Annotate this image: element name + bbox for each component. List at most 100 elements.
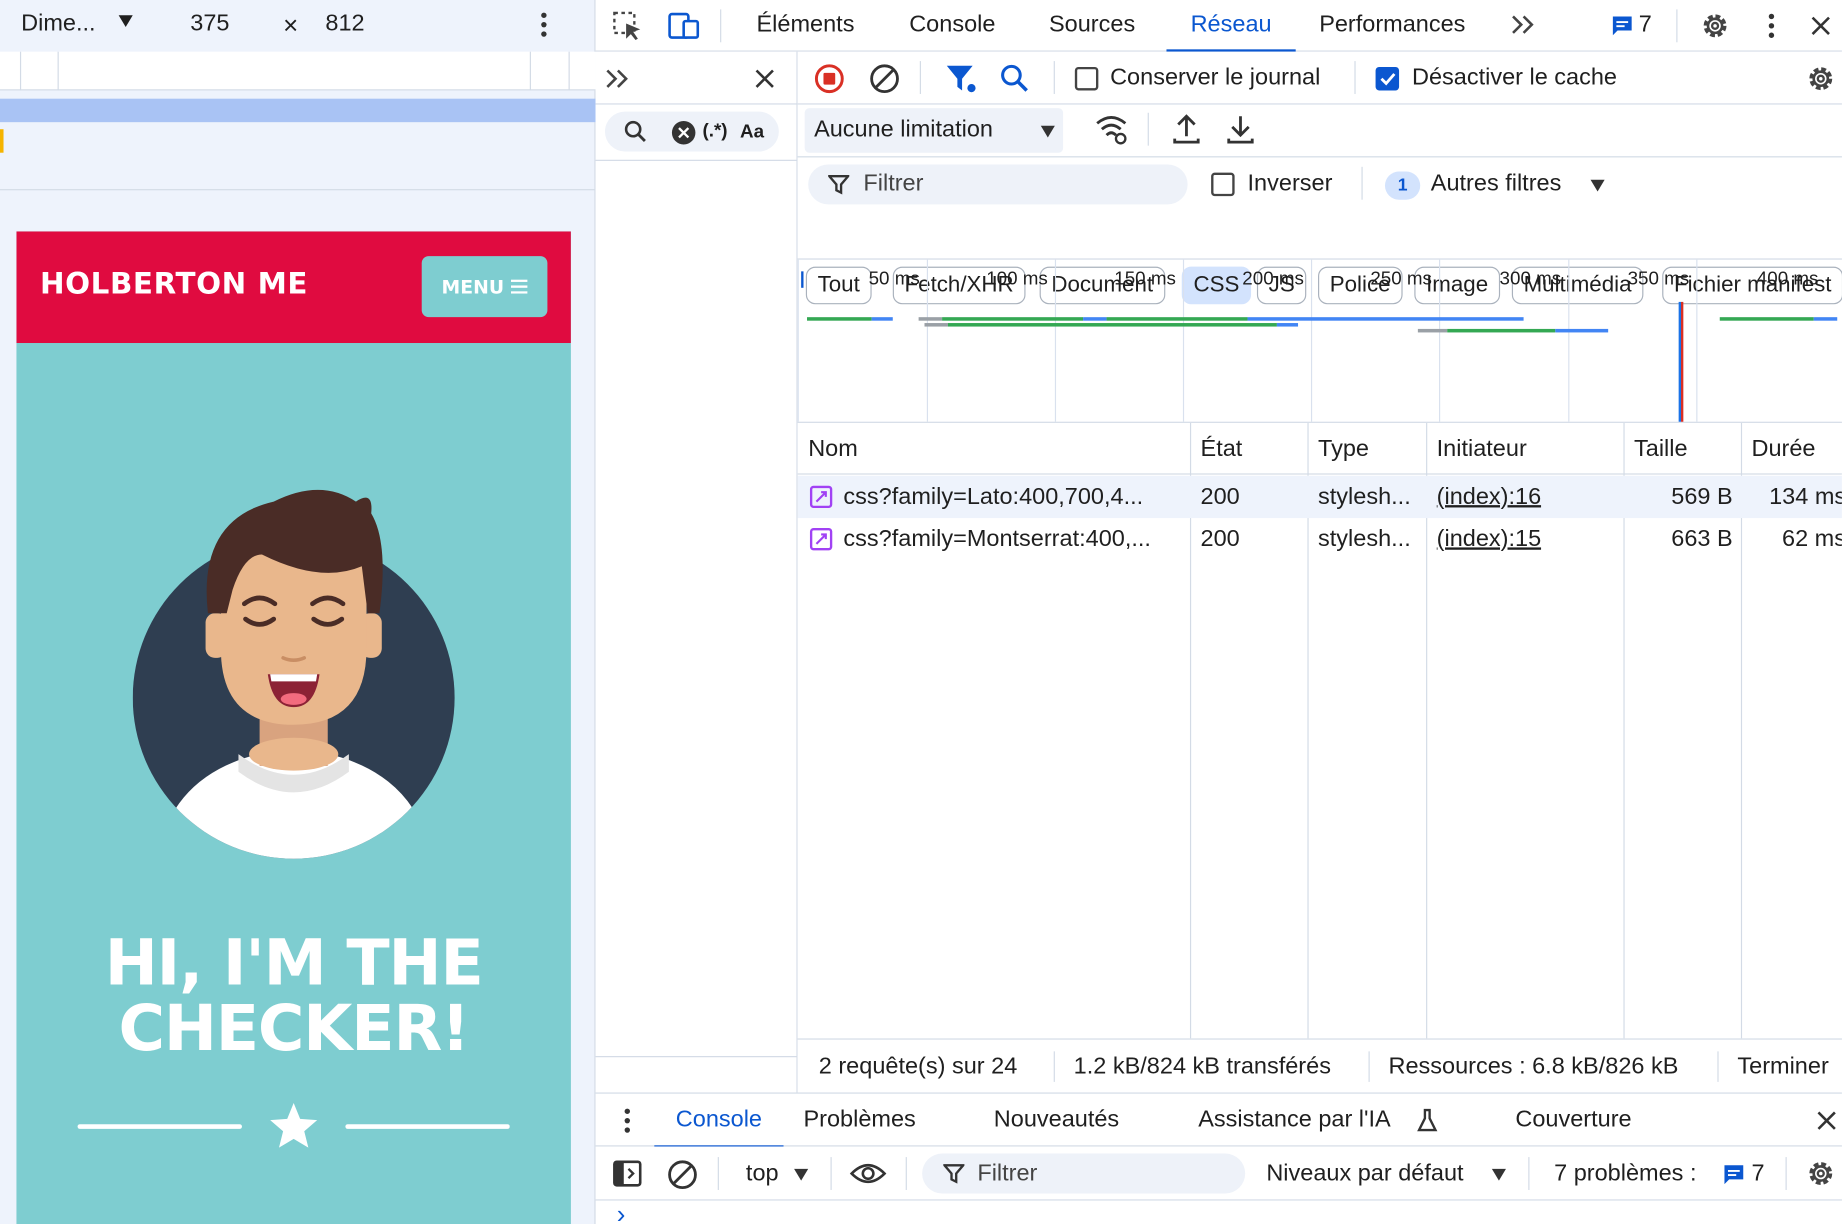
context-selector[interactable]: top [746, 1161, 779, 1188]
console-filter-placeholder: Filtrer [977, 1160, 1038, 1187]
match-case-toggle[interactable]: Aa [740, 122, 764, 143]
media-query-marker [0, 129, 4, 153]
hero-heading: HI, I'M THE CHECKER! [16, 930, 570, 1062]
row-size: 569 B [1671, 483, 1733, 510]
column-header-time[interactable]: Durée [1741, 423, 1815, 475]
hero-line-2: CHECKER! [118, 991, 470, 1066]
dropdown-arrow-icon[interactable] [1589, 179, 1605, 193]
inspect-element-icon[interactable] [612, 11, 643, 42]
invert-checkbox[interactable] [1211, 172, 1235, 197]
network-summary-bar: 2 requête(s) sur 24 1.2 kB/824 kB transf… [797, 1038, 1842, 1093]
filter-placeholder: Filtrer [863, 170, 924, 197]
preserve-log-label[interactable]: Conserver le journal [1110, 65, 1320, 92]
dropdown-arrow-icon[interactable] [793, 1168, 809, 1182]
expand-panel-icon[interactable] [604, 67, 630, 90]
device-toolbar-icon[interactable] [667, 11, 700, 42]
media-query-bar[interactable] [0, 98, 596, 123]
column-header-initiator[interactable]: Initiateur [1426, 423, 1527, 475]
drawer-tabbar: Console Problèmes Nouveautés Assistance … [595, 1092, 1842, 1148]
row-name[interactable]: css?family=Lato:400,700,4... [843, 476, 1184, 518]
drawer-tab-ai-assistance[interactable]: Assistance par l'IA [1198, 1094, 1391, 1146]
close-drawer-icon[interactable] [1815, 1109, 1838, 1132]
disable-cache-label[interactable]: Désactiver le cache [1412, 65, 1617, 92]
clear-search-icon[interactable] [671, 120, 697, 146]
hero-line-1: HI, I'M THE [104, 925, 484, 1000]
row-type: stylesh... [1318, 483, 1411, 510]
dropdown-arrow-icon[interactable] [1491, 1168, 1507, 1182]
console-settings-icon[interactable] [1806, 1158, 1837, 1189]
device-width-field[interactable]: 375 [190, 11, 229, 38]
clear-log-icon[interactable] [869, 63, 900, 94]
customize-menu-icon[interactable] [1768, 13, 1775, 39]
drawer-menu-icon[interactable] [624, 1108, 631, 1134]
issues-chat-icon[interactable] [1722, 1163, 1745, 1186]
requests-table: Nom État Type Initiateur Taille Durée cs… [797, 422, 1842, 1039]
column-header-name[interactable]: Nom [798, 423, 858, 475]
more-tabs-icon[interactable] [1509, 13, 1535, 36]
dimension-separator: × [283, 10, 299, 40]
row-initiator-link[interactable]: (index):15 [1437, 518, 1541, 560]
more-filters-count-badge: 1 [1384, 171, 1421, 200]
flask-icon [1417, 1108, 1438, 1134]
timeline-bars [807, 301, 1838, 422]
disable-cache-checkbox[interactable] [1375, 66, 1400, 91]
console-prompt[interactable]: › [617, 1201, 626, 1224]
site-brand[interactable]: HOLBERTON ME [40, 267, 308, 301]
invert-label[interactable]: Inverser [1248, 170, 1333, 197]
more-filters-button[interactable]: Autres filtres [1431, 170, 1562, 197]
request-count: 2 requête(s) sur 24 [818, 1053, 1018, 1080]
stop-recording-icon[interactable] [814, 63, 845, 94]
settings-gear-icon[interactable] [1700, 11, 1731, 42]
tab-network[interactable]: Réseau [1166, 0, 1296, 52]
close-devtools-icon[interactable] [1809, 14, 1832, 37]
issues-summary-label[interactable]: 7 problèmes : [1554, 1161, 1696, 1188]
device-viewport-pane: Dime... 375 × 812 HOLBERTON ME MENU HI, … [0, 0, 596, 1224]
row-initiator-link[interactable]: (index):16 [1437, 476, 1541, 518]
device-height-field[interactable]: 812 [325, 11, 364, 38]
column-header-type[interactable]: Type [1307, 423, 1369, 475]
tab-performance[interactable]: Performances [1319, 0, 1465, 52]
stylesheet-file-icon [809, 527, 833, 551]
filter-icon[interactable] [946, 63, 977, 94]
drawer-tab-whats-new[interactable]: Nouveautés [994, 1094, 1119, 1146]
issues-count[interactable]: 7 [1639, 12, 1652, 39]
export-har-icon[interactable] [1225, 113, 1256, 146]
console-filter-input[interactable] [922, 1153, 1246, 1194]
star-icon [270, 1103, 318, 1148]
column-header-size[interactable]: Taille [1623, 423, 1688, 475]
search-sidepanel: (.*) Aa [595, 51, 798, 1093]
close-search-icon[interactable] [753, 67, 776, 90]
menu-label: MENU [441, 275, 505, 298]
clear-console-icon[interactable] [667, 1159, 698, 1190]
drawer-tab-coverage[interactable]: Couverture [1515, 1094, 1631, 1146]
throttling-label: Aucune limitation [814, 116, 993, 143]
row-size: 663 B [1671, 526, 1733, 553]
column-header-status[interactable]: État [1190, 423, 1243, 475]
menu-button[interactable]: MENU [421, 256, 548, 318]
live-expression-eye-icon[interactable] [849, 1161, 887, 1187]
avatar-illustration [132, 472, 456, 860]
network-settings-icon[interactable] [1806, 63, 1837, 94]
more-options-icon[interactable] [540, 12, 547, 38]
regex-toggle[interactable]: (.*) [702, 121, 727, 142]
preserve-log-checkbox[interactable] [1074, 66, 1099, 91]
sidebar-toggle-icon[interactable] [612, 1159, 643, 1187]
dropdown-arrow-icon[interactable] [117, 14, 133, 28]
search-network-icon[interactable] [1000, 63, 1031, 94]
tab-console[interactable]: Console [909, 0, 995, 52]
row-name[interactable]: css?family=Montserrat:400,... [843, 518, 1184, 560]
import-har-icon[interactable] [1171, 113, 1202, 146]
network-overview-timeline[interactable]: 50 ms 100 ms 150 ms 200 ms 250 ms 300 ms… [797, 258, 1842, 423]
tab-sources[interactable]: Sources [1049, 0, 1135, 52]
finish-time: Terminer [1737, 1053, 1829, 1080]
console-issues-count[interactable]: 7 [1751, 1161, 1764, 1188]
drawer-tab-console[interactable]: Console [654, 1094, 784, 1148]
row-status: 200 [1200, 483, 1240, 510]
tab-elements[interactable]: Éléments [757, 0, 855, 52]
transferred-size: 1.2 kB/824 kB transférés [1073, 1053, 1331, 1080]
device-select[interactable]: Dime... [21, 11, 95, 38]
network-conditions-icon[interactable] [1094, 113, 1129, 146]
issues-chat-icon[interactable] [1611, 14, 1634, 37]
drawer-tab-issues[interactable]: Problèmes [803, 1094, 915, 1146]
log-levels-select[interactable]: Niveaux par défaut [1266, 1161, 1463, 1188]
